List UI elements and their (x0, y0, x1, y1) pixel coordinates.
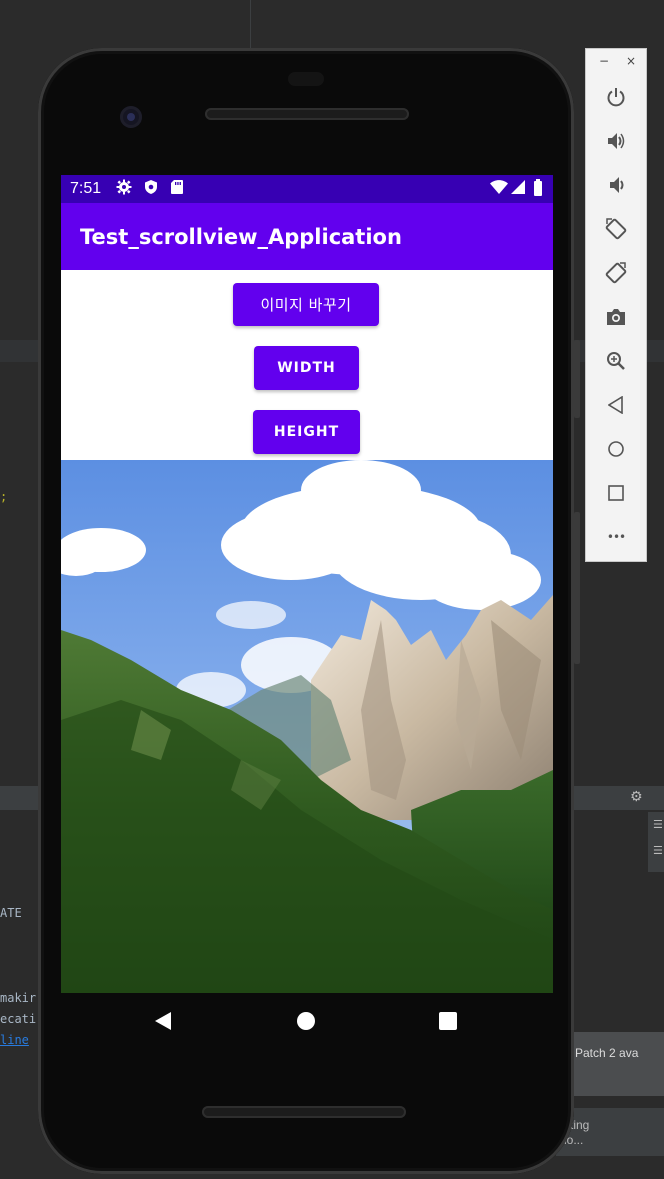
device-screen: 7:51 Test_scrollview_Application 이미지 바꾸기… (61, 175, 553, 993)
ide-code-fragment: ; (0, 490, 8, 504)
home-icon[interactable] (297, 1012, 315, 1034)
rotate-left-icon[interactable] (602, 215, 630, 243)
minimize-button[interactable]: − (599, 54, 609, 68)
scroll-icon[interactable]: ☰ (653, 844, 663, 857)
more-icon[interactable]: ••• (602, 523, 630, 551)
navigation-bar (61, 993, 553, 1049)
ide-log-link[interactable]: line (0, 1033, 29, 1047)
back-icon[interactable] (153, 1011, 173, 1035)
volume-down-icon[interactable] (602, 171, 630, 199)
mountain-image (61, 460, 553, 993)
ide-divider (250, 0, 251, 48)
ide-status-line: io... (564, 1133, 584, 1147)
camera-lens (127, 113, 135, 121)
gear-icon[interactable]: ⚙ (630, 789, 643, 805)
ide-log-line: makir (0, 991, 37, 1005)
width-button[interactable]: WIDTH (254, 346, 359, 390)
ide-notification[interactable]: Patch 2 ava (566, 1032, 664, 1096)
sd-card-icon (170, 179, 184, 200)
ide-log-line: ATE (0, 906, 22, 920)
wifi-icon (490, 179, 508, 200)
bottom-speaker (202, 1106, 406, 1118)
status-bar: 7:51 (61, 175, 553, 203)
height-button[interactable]: HEIGHT (253, 410, 360, 454)
rotate-right-icon[interactable] (602, 259, 630, 287)
volume-side-button (574, 340, 580, 418)
volume-up-icon[interactable] (602, 127, 630, 155)
proximity-sensor (288, 72, 324, 86)
overview-icon[interactable] (602, 479, 630, 507)
shield-icon (143, 179, 159, 200)
camera-icon[interactable] (602, 303, 630, 331)
power-icon[interactable] (602, 83, 630, 111)
earpiece-speaker (205, 108, 409, 120)
signal-icon (511, 179, 525, 200)
app-bar: Test_scrollview_Application (61, 203, 553, 270)
wrap-icon[interactable]: ☰ (653, 818, 663, 831)
battery-icon (533, 179, 543, 201)
zoom-icon[interactable] (602, 347, 630, 375)
back-icon[interactable] (602, 391, 630, 419)
ide-status-line: cting (564, 1118, 590, 1132)
status-time: 7:51 (70, 180, 102, 197)
ide-log-line: ecati (0, 1012, 37, 1026)
app-title: Test_scrollview_Application (80, 225, 402, 249)
emulator-toolbar: − × ••• (585, 48, 647, 562)
recents-icon[interactable] (439, 1012, 457, 1034)
close-button[interactable]: × (626, 54, 636, 68)
home-icon[interactable] (602, 435, 630, 463)
settings-icon (116, 179, 132, 200)
power-side-button (574, 512, 580, 664)
change-image-button[interactable]: 이미지 바꾸기 (233, 283, 379, 326)
